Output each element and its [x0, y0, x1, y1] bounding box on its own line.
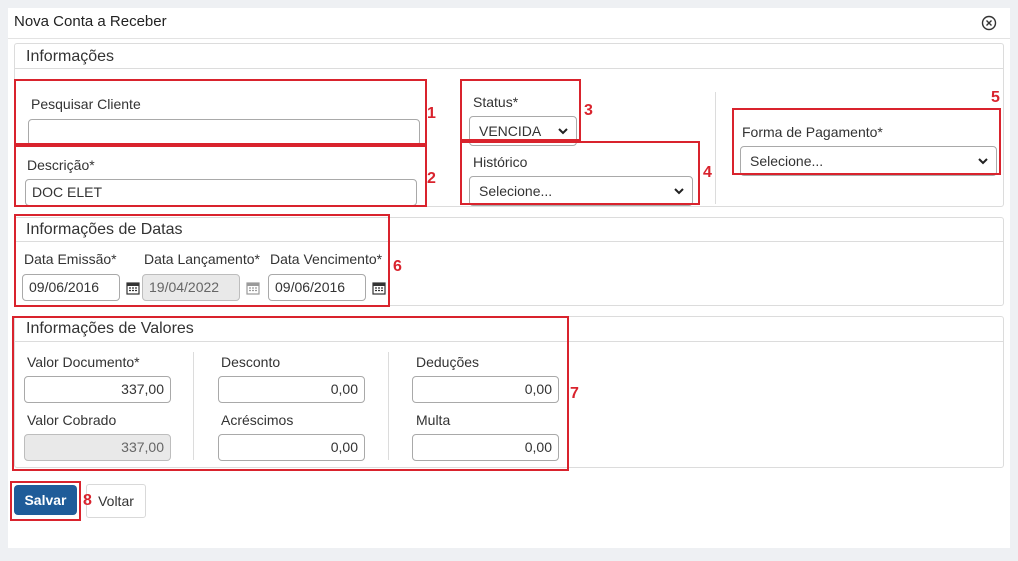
annotation-box [12, 316, 569, 471]
back-button[interactable]: Voltar [86, 484, 146, 518]
annotation-box [14, 145, 427, 207]
annotation-number: 3 [584, 102, 593, 119]
annotation-number: 7 [570, 385, 579, 402]
dialog-title: Nova Conta a Receber [14, 13, 167, 30]
info-panel-title: Informações [26, 48, 115, 65]
annotation-number: 2 [427, 170, 436, 187]
annotation-box [460, 79, 581, 141]
annotation-box [14, 79, 427, 145]
annotation-box [460, 141, 700, 205]
annotation-number: 4 [703, 164, 712, 181]
annotation-number: 6 [393, 258, 402, 275]
close-icon[interactable] [981, 15, 997, 31]
panel-divider [15, 68, 1003, 69]
annotation-box [10, 481, 81, 521]
new-receivable-dialog: Nova Conta a Receber Informações Pesquis… [8, 8, 1010, 548]
annotation-number: 8 [83, 492, 92, 509]
annotation-box [732, 108, 1001, 175]
column-divider [715, 92, 716, 204]
header-divider [8, 38, 1010, 39]
annotation-box [14, 214, 390, 307]
annotation-number: 1 [427, 105, 436, 122]
annotation-number: 5 [991, 89, 1000, 106]
